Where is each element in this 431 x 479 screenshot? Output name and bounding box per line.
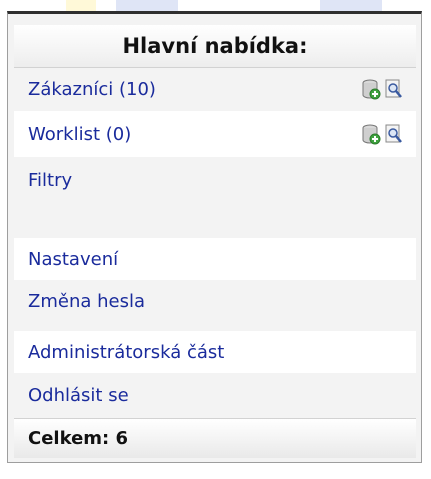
menu-item-admin[interactable]: Administrátorská část [14, 331, 416, 373]
search-doc-icon[interactable] [384, 78, 404, 100]
database-add-icon[interactable] [361, 78, 381, 100]
search-doc-icon[interactable] [384, 123, 404, 145]
database-add-icon[interactable] [361, 123, 381, 145]
menu-item-label[interactable]: Administrátorská část [28, 342, 404, 363]
menu-item-zmena-hesla[interactable]: Změna hesla [14, 280, 416, 322]
menu-total: Celkem: 6 [14, 418, 416, 458]
menu-item-worklist[interactable]: Worklist (0) [14, 111, 416, 157]
menu-item-label[interactable]: Nastavení [28, 249, 404, 270]
menu-item-nastaveni[interactable]: Nastavení [14, 238, 416, 280]
menu-item-label[interactable]: Filtry [28, 170, 404, 191]
menu-item-label[interactable]: Worklist (0) [28, 124, 361, 145]
menu-title: Hlavní nabídka: [14, 25, 416, 68]
menu-item-zakaznici[interactable]: Zákazníci (10) [14, 67, 416, 111]
menu-item-label[interactable]: Změna hesla [28, 291, 404, 312]
menu-item-filtry[interactable]: Filtry [14, 157, 416, 203]
menu-item-label[interactable]: Odhlásit se [28, 385, 404, 406]
menu-item-odhlasit[interactable]: Odhlásit se [14, 373, 416, 418]
menu-item-label[interactable]: Zákazníci (10) [28, 79, 361, 100]
